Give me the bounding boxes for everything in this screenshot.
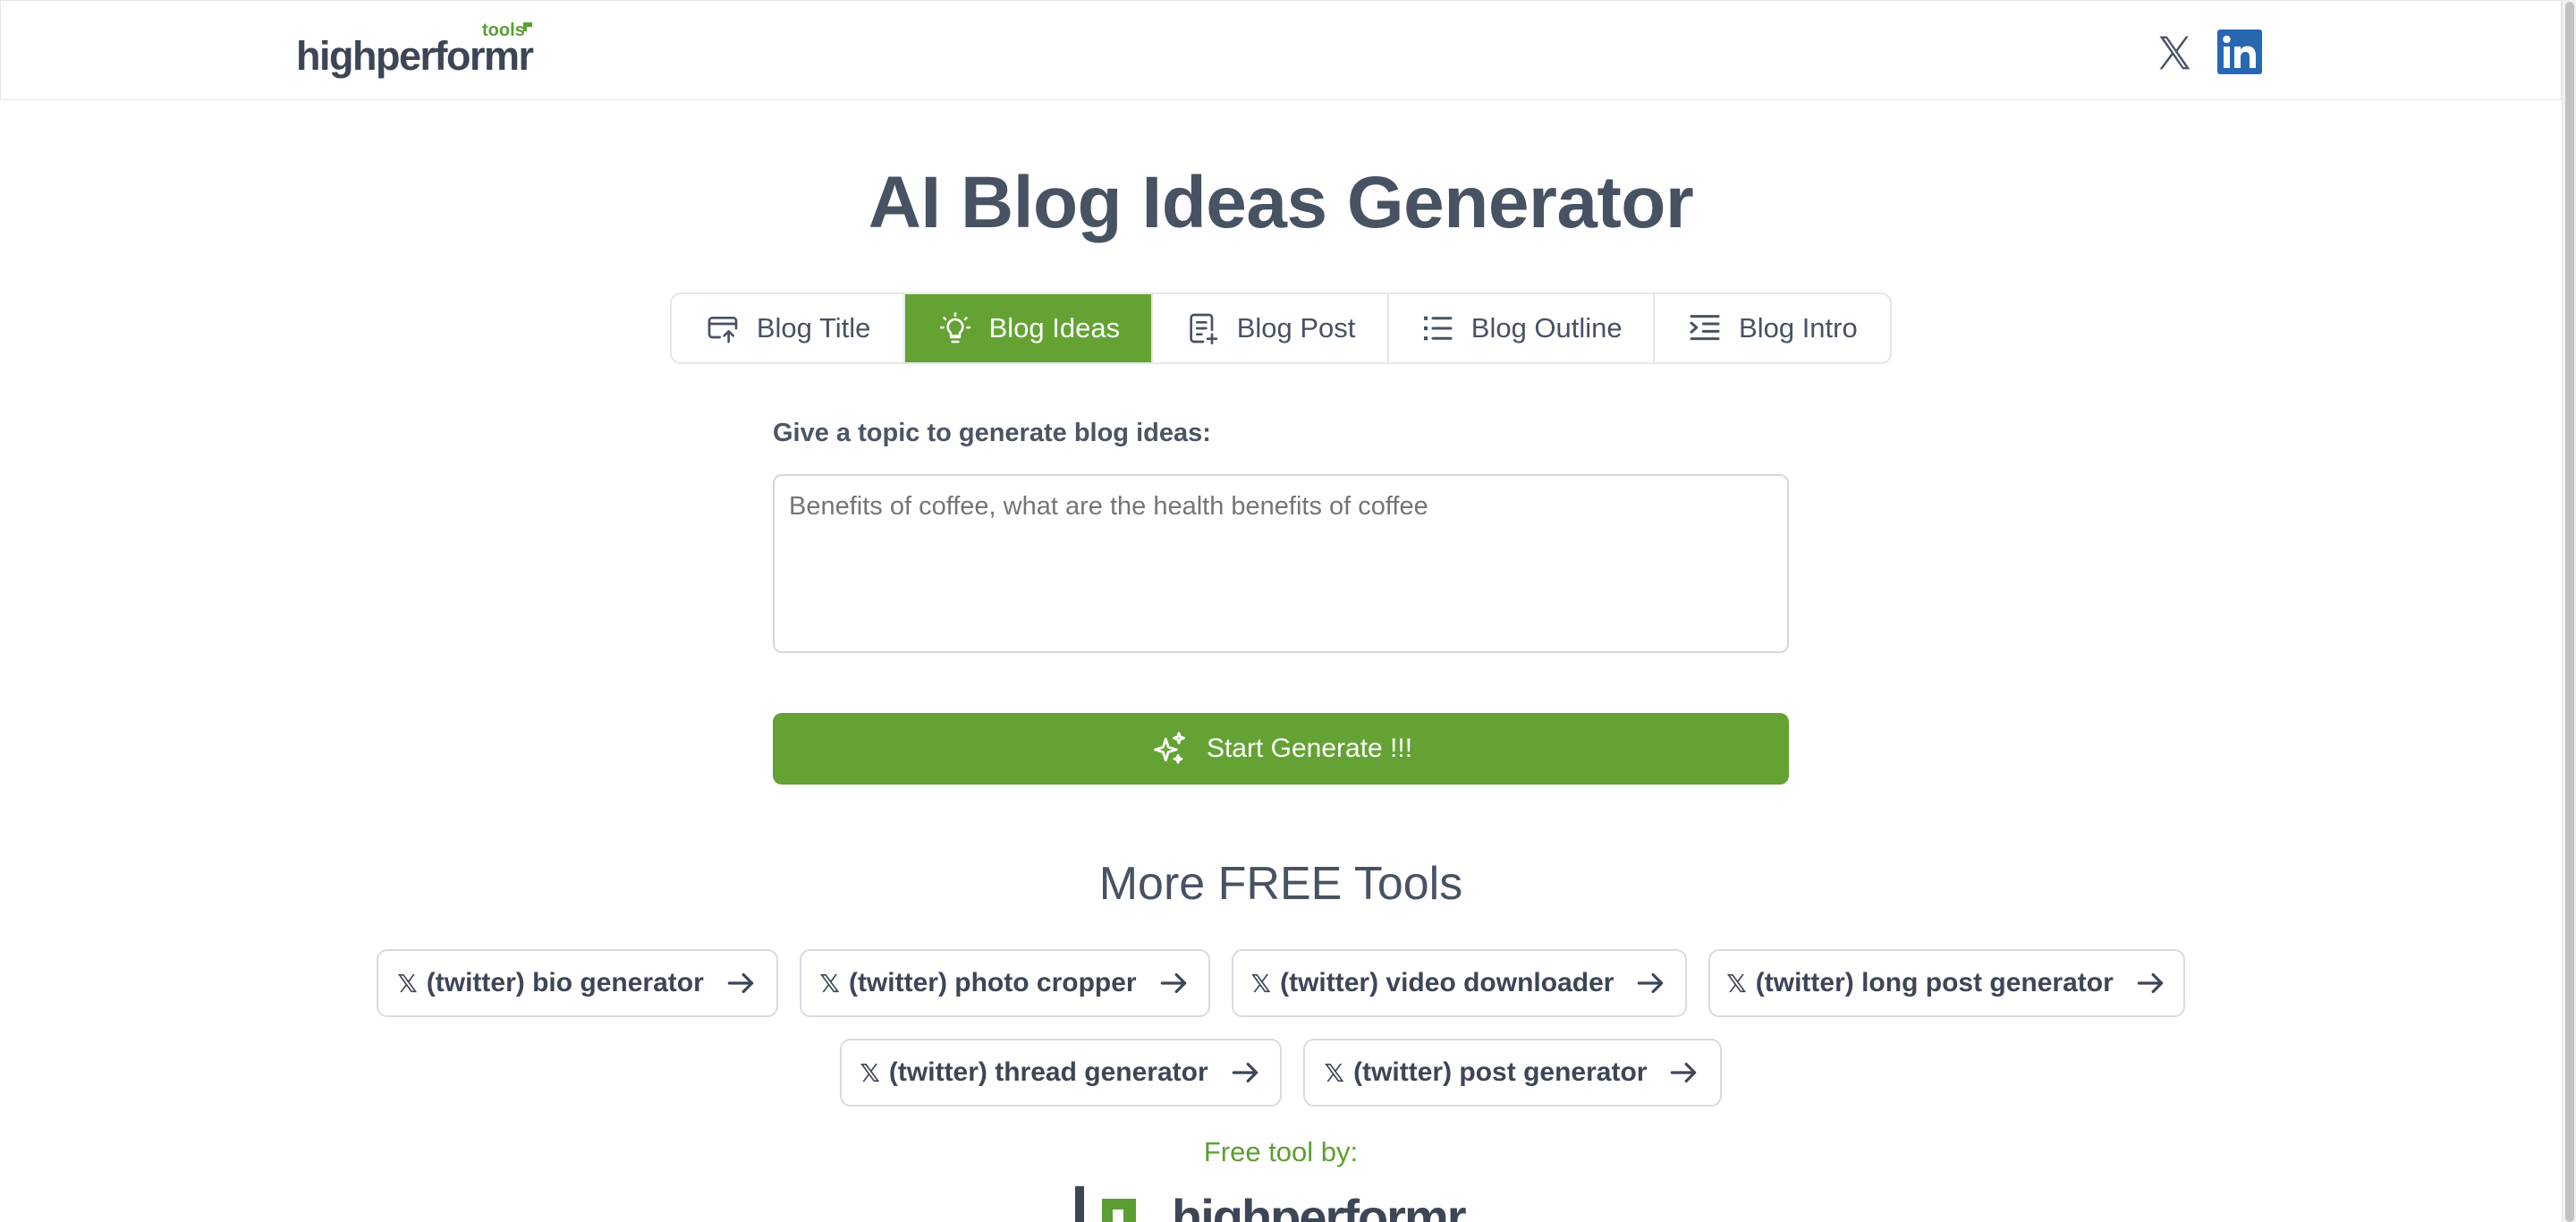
tool-link-photo-cropper[interactable]: 𝕏 (twitter) photo cropper (800, 949, 1210, 1017)
tab-label: Blog Post (1236, 312, 1356, 344)
footer-logo-wordmark: highperformr (1172, 1189, 1467, 1222)
logo-tools-badge: tools (482, 21, 525, 40)
x-logo-icon: 𝕏 (1324, 1058, 1345, 1087)
tab-blog-post[interactable]: Blog Post (1153, 294, 1389, 362)
highperformr-tools-logo[interactable]: highperformr tools (296, 21, 538, 83)
arrow-right-icon (727, 972, 754, 994)
x-logo-icon: 𝕏 (1726, 969, 1747, 997)
x-logo-icon: 𝕏 (1250, 969, 1272, 997)
tab-blog-ideas[interactable]: Blog Ideas (905, 294, 1154, 362)
top-header: highperformr tools (0, 0, 2562, 100)
logo-flag-icon (523, 22, 532, 31)
free-tool-by-text: Free tool by: (1203, 1136, 1359, 1167)
tab-blog-outline[interactable]: Blog Outline (1389, 294, 1655, 362)
x-logo-icon: 𝕏 (819, 969, 840, 997)
footer-highperformr-logo[interactable]: highperformr (1073, 1183, 1494, 1222)
generate-button-label: Start Generate !!! (1206, 734, 1413, 763)
start-generate-button[interactable]: Start Generate !!! (773, 713, 1789, 785)
tool-link-bio-generator[interactable]: 𝕏 (twitter) bio generator (377, 949, 778, 1017)
card-upload-icon (708, 317, 738, 344)
tool-link-label: (twitter) video downloader (1280, 968, 1614, 997)
tool-link-label: (twitter) thread generator (888, 1057, 1208, 1087)
arrow-right-icon (1671, 1062, 1697, 1083)
linkedin-icon[interactable] (2217, 30, 2262, 74)
arrow-right-icon (1638, 972, 1664, 994)
tab-label: Blog Title (756, 312, 871, 344)
arrow-right-icon (1232, 1062, 1258, 1083)
arrow-right-icon (2137, 972, 2164, 994)
tool-link-label: (twitter) photo cropper (848, 968, 1137, 997)
topic-label: Give a topic to generate blog ideas: (773, 419, 1211, 447)
tab-label: Blog Intro (1739, 312, 1858, 344)
tool-link-long-post-generator[interactable]: 𝕏 (twitter) long post generator (1708, 949, 2185, 1017)
topic-input[interactable] (773, 474, 1789, 653)
tool-link-post-generator[interactable]: 𝕏 (twitter) post generator (1303, 1039, 1722, 1107)
x-logo-icon: 𝕏 (860, 1058, 880, 1087)
list-icon (1423, 316, 1453, 341)
tab-blog-intro[interactable]: Blog Intro (1655, 294, 1890, 362)
tab-label: Blog Ideas (988, 312, 1121, 344)
tool-tabs: Blog Title Blog Ideas Blog Post Blog Out… (670, 293, 1892, 364)
x-logo-icon[interactable] (2155, 31, 2194, 74)
tool-link-label: (twitter) post generator (1353, 1057, 1648, 1087)
page-title: AI Blog Ideas Generator (868, 162, 1694, 243)
tool-link-label: (twitter) long post generator (1755, 968, 2114, 997)
page-scrollbar[interactable] (2562, 0, 2576, 1222)
lightbulb-icon (939, 312, 970, 344)
more-tools-title: More FREE Tools (1098, 858, 1463, 910)
tool-link-video-downloader[interactable]: 𝕏 (twitter) video downloader (1232, 949, 1687, 1017)
arrow-right-icon (1160, 972, 1186, 994)
tool-link-label: (twitter) bio generator (426, 968, 704, 997)
document-add-icon (1190, 313, 1218, 344)
sparkles-icon (1153, 732, 1185, 764)
tab-blog-title[interactable]: Blog Title (672, 294, 906, 362)
text-indent-icon (1690, 315, 1720, 341)
x-logo-icon: 𝕏 (397, 969, 418, 997)
tab-label: Blog Outline (1470, 312, 1623, 344)
scrollbar-thumb[interactable] (2565, 2, 2574, 1222)
highperformr-mark-icon (1075, 1186, 1136, 1222)
tool-link-thread-generator[interactable]: 𝕏 (twitter) thread generator (840, 1039, 1282, 1107)
